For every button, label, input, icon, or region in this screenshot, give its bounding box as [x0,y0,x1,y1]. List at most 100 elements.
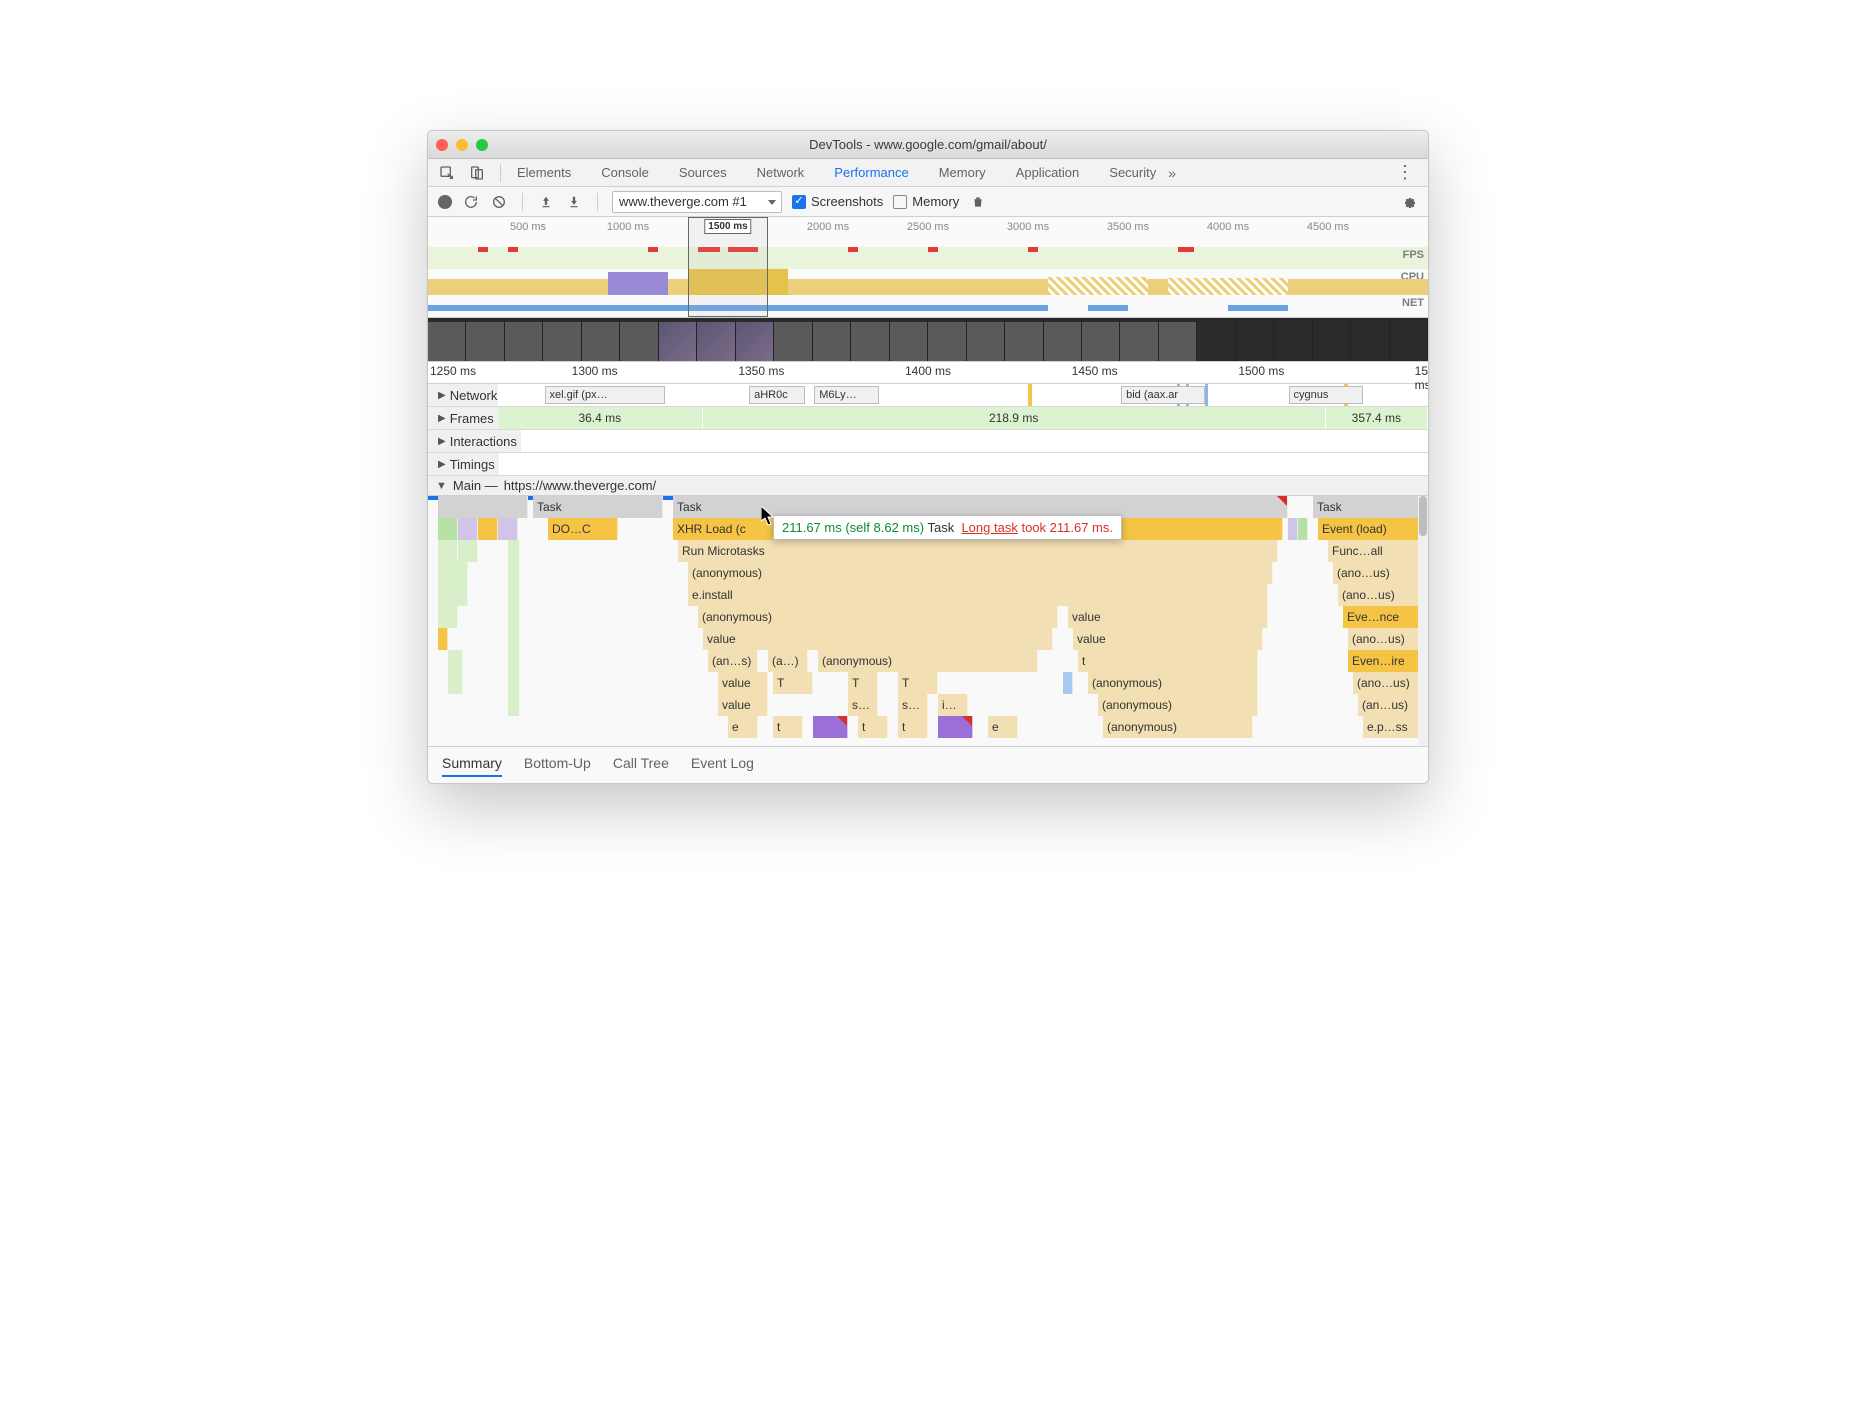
flame-block[interactable] [438,628,448,650]
bottom-tab-call-tree[interactable]: Call Tree [613,751,669,777]
kebab-menu-icon[interactable]: ⋮ [1390,162,1420,183]
flame-block[interactable] [438,540,458,562]
frames-track[interactable]: ▶ Frames 36.4 ms218.9 ms357.4 ms [428,407,1428,430]
flame-block[interactable] [938,716,973,738]
flame-block[interactable]: DO…C [548,518,618,540]
filmstrip-thumb[interactable] [928,318,966,361]
filmstrip-thumb[interactable] [813,318,851,361]
flame-block[interactable] [458,518,478,540]
flame-block[interactable]: (an…s) [708,650,758,672]
save-profile-icon[interactable] [565,193,583,211]
load-profile-icon[interactable] [537,193,555,211]
interactions-track[interactable]: ▶ Interactions [428,430,1428,453]
frame-block[interactable]: 357.4 ms [1326,407,1428,429]
flame-block[interactable]: T [848,672,878,694]
expand-icon[interactable]: ▶ [438,390,446,401]
flame-block[interactable] [438,606,458,628]
flame-block[interactable]: Even…ire [1348,650,1423,672]
flame-block-anonymous[interactable]: (anonymous) [1088,672,1258,694]
filmstrip-thumb[interactable] [1044,318,1082,361]
filmstrip-thumb[interactable] [1351,318,1389,361]
filmstrip-thumb[interactable] [659,318,697,361]
flame-block-anonymous[interactable]: (anonymous) [1098,694,1258,716]
flame-block[interactable]: (an…us) [1358,694,1423,716]
flame-block-value[interactable]: value [1073,628,1263,650]
flame-block-value[interactable]: value [718,694,768,716]
flame-chart[interactable]: Task Task Task DO…C XHR Load (c Event (l… [428,496,1428,746]
expand-icon[interactable]: ▶ [438,459,446,470]
filmstrip-thumb[interactable] [736,318,774,361]
filmstrip-thumb[interactable] [774,318,812,361]
flame-block[interactable] [1298,518,1308,540]
flame-block[interactable]: e [728,716,758,738]
flame-block[interactable]: (a…) [768,650,808,672]
flame-block[interactable] [448,650,463,694]
filmstrip-thumb[interactable] [1120,318,1158,361]
filmstrip-thumb[interactable] [1390,318,1428,361]
flame-block-anonymous[interactable]: (anonymous) [698,606,1058,628]
filmstrip-thumb[interactable] [1005,318,1043,361]
filmstrip-thumb[interactable] [967,318,1005,361]
flame-block[interactable] [438,584,468,606]
flame-block[interactable]: (ano…us) [1338,584,1423,606]
filmstrip-thumb[interactable] [466,318,504,361]
flame-block[interactable]: e.p…ss [1363,716,1423,738]
flame-block[interactable]: s… [898,694,928,716]
inspect-icon[interactable] [436,162,458,184]
panel-tab-application[interactable]: Application [1012,165,1084,180]
flame-block[interactable]: Func…all [1328,540,1423,562]
flame-block[interactable]: t [773,716,803,738]
filmstrip-thumb[interactable] [1082,318,1120,361]
flame-block[interactable]: (ano…us) [1333,562,1423,584]
flame-ruler[interactable]: 1250 ms1300 ms1350 ms1400 ms1450 ms1500 … [428,362,1428,384]
flame-block-value[interactable]: value [703,628,1053,650]
network-track[interactable]: ▶ Network xel.gif (px…aHR0cM6Ly…bid (aax… [428,384,1428,407]
overview-panel[interactable]: 500 ms1000 ms1500 ms2000 ms2500 ms3000 m… [428,217,1428,318]
flame-block[interactable]: T [898,672,938,694]
panel-tab-sources[interactable]: Sources [675,165,731,180]
panel-tab-performance[interactable]: Performance [830,165,912,180]
network-request[interactable]: xel.gif (px… [545,386,666,404]
panel-tab-memory[interactable]: Memory [935,165,990,180]
flame-block-value[interactable]: value [1068,606,1268,628]
settings-gear-icon[interactable] [1400,193,1418,211]
frame-block[interactable]: 218.9 ms [703,407,1326,429]
flame-block-einstall[interactable]: e.install [688,584,1268,606]
flame-block[interactable] [458,540,478,562]
task-block[interactable] [438,496,528,518]
flame-block-anonymous[interactable]: (anonymous) [1103,716,1253,738]
flame-block-anonymous[interactable]: (anonymous) [688,562,1273,584]
flame-block[interactable] [498,518,518,540]
network-request[interactable]: bid (aax.ar [1121,386,1205,404]
flame-block[interactable]: (ano…us) [1353,672,1423,694]
filmstrip-thumb[interactable] [543,318,581,361]
zoom-window-button[interactable] [476,139,488,151]
bottom-tab-event-log[interactable]: Event Log [691,751,754,777]
vertical-scrollbar[interactable] [1418,496,1428,746]
flame-block[interactable] [813,716,848,738]
filmstrip-thumb[interactable] [505,318,543,361]
flame-block[interactable] [438,518,458,540]
flame-block[interactable]: t [1078,650,1258,672]
flame-block[interactable]: Eve…nce [1343,606,1423,628]
bottom-tab-bottom-up[interactable]: Bottom-Up [524,751,591,777]
network-request[interactable]: M6Ly… [814,386,879,404]
timings-track[interactable]: ▶ Timings [428,453,1428,476]
expand-icon[interactable]: ▶ [438,413,446,424]
clear-icon[interactable] [490,193,508,211]
recording-select[interactable]: www.theverge.com #1 [612,191,782,213]
filmstrip-thumb[interactable] [1159,318,1197,361]
memory-checkbox[interactable]: Memory [893,194,959,209]
panel-tab-security[interactable]: Security [1105,165,1160,180]
bottom-tab-summary[interactable]: Summary [442,751,502,777]
panel-tab-network[interactable]: Network [753,165,809,180]
flame-block[interactable]: s… [848,694,878,716]
task-block[interactable]: Task [533,496,663,518]
scrollbar-thumb[interactable] [1419,496,1427,536]
flame-block[interactable] [508,540,520,716]
filmstrip-thumb[interactable] [1313,318,1351,361]
flame-block[interactable] [1288,518,1298,540]
flame-block-run-microtasks[interactable]: Run Microtasks [678,540,1278,562]
device-toggle-icon[interactable] [466,162,488,184]
filmstrip-thumb[interactable] [620,318,658,361]
